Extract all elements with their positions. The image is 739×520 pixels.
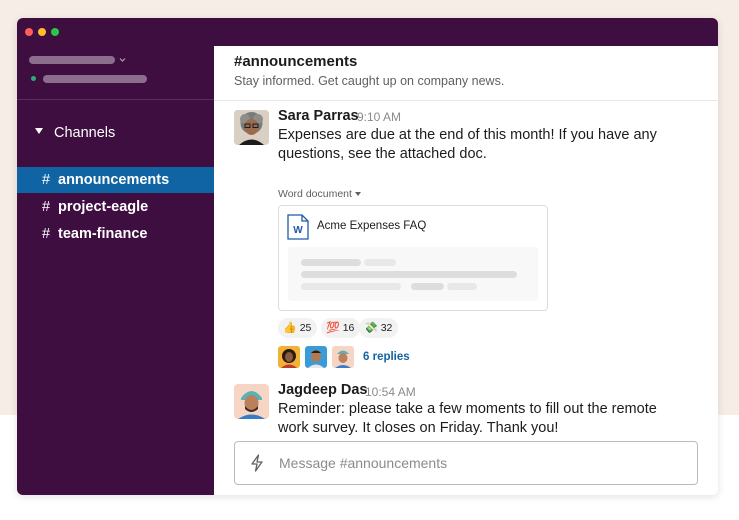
- message-input[interactable]: [279, 442, 679, 484]
- avatar[interactable]: [234, 384, 269, 419]
- lightning-bolt-icon[interactable]: [249, 454, 265, 472]
- thumbs-up-icon: 👍: [283, 322, 297, 334]
- preview-line: [411, 283, 444, 290]
- message-text: Reminder: please take a few moments to f…: [278, 401, 657, 436]
- preview-line: [301, 283, 401, 290]
- channels-section-header[interactable]: Channels: [35, 125, 115, 141]
- sidebar-item-label: project-eagle: [58, 199, 149, 215]
- reaction-count: 16: [342, 322, 355, 334]
- avatar-jagdeep-das-icon: [234, 384, 269, 419]
- channels-header-label: Channels: [54, 125, 116, 141]
- money-with-wings-icon: 💸: [364, 322, 378, 334]
- reply-avatar[interactable]: [278, 346, 300, 368]
- reaction-count: 32: [380, 322, 393, 334]
- sidebar-item-project-eagle[interactable]: # project-eagle: [17, 194, 214, 220]
- sidebar-item-team-finance[interactable]: # team-finance: [17, 221, 214, 247]
- reply-avatar-1-icon: [278, 346, 300, 368]
- attachment-preview: [288, 247, 538, 301]
- channel-header: #announcements Stay informed. Get caught…: [214, 46, 718, 101]
- preview-line: [447, 283, 477, 290]
- message-author[interactable]: Jagdeep Das: [278, 382, 367, 398]
- sidebar-divider: [17, 99, 214, 100]
- reply-avatar[interactable]: [305, 346, 327, 368]
- main-pane: #announcements Stay informed. Get caught…: [214, 46, 718, 495]
- avatar-sara-parras-icon: [234, 110, 269, 145]
- preview-line: [364, 259, 396, 266]
- reaction-hundred-points[interactable]: 💯 16: [321, 318, 361, 338]
- message-composer: [234, 441, 698, 485]
- reaction-money-with-wings[interactable]: 💸 32: [359, 318, 399, 338]
- workspace-switcher[interactable]: [27, 54, 147, 86]
- chevron-down-icon: [119, 58, 126, 62]
- attachment-title[interactable]: Acme Expenses FAQ: [317, 220, 426, 232]
- reply-avatar[interactable]: [332, 346, 354, 368]
- sidebar-item-label: team-finance: [58, 226, 148, 242]
- sidebar-item-label: announcements: [58, 172, 170, 188]
- reply-avatar-2-icon: [305, 346, 327, 368]
- attachment-type-toggle[interactable]: Word document: [278, 188, 361, 200]
- attachment-type-label: Word document: [278, 188, 352, 200]
- message-timestamp[interactable]: 10:54 AM: [365, 385, 416, 399]
- maximize-window-button[interactable]: [51, 28, 59, 36]
- attachment-card[interactable]: W Acme Expenses FAQ: [278, 205, 548, 311]
- close-window-button[interactable]: [25, 28, 33, 36]
- reaction-count: 25: [299, 322, 312, 334]
- caret-down-icon: [35, 128, 43, 135]
- thread-replies-link[interactable]: 6 replies: [363, 351, 410, 363]
- caret-down-icon: [354, 192, 361, 197]
- channel-title[interactable]: #announcements: [234, 53, 357, 70]
- message-timestamp[interactable]: 9:10 AM: [357, 110, 401, 124]
- user-status-placeholder: [43, 75, 147, 83]
- message-author[interactable]: Sara Parras: [278, 108, 359, 124]
- presence-dot: [31, 76, 36, 81]
- word-doc-icon: W: [287, 214, 309, 240]
- message-text: Expenses are due at the end of this mont…: [278, 127, 657, 162]
- word-doc-letter: W: [293, 225, 303, 236]
- workspace-name-placeholder: [29, 56, 115, 64]
- sidebar-item-announcements[interactable]: # announcements: [17, 167, 214, 193]
- preview-line: [301, 259, 361, 266]
- channel-topic: Stay informed. Get caught up on company …: [234, 74, 505, 88]
- hash-icon: #: [42, 226, 51, 242]
- reply-avatar-3-icon: [332, 346, 354, 368]
- minimize-window-button[interactable]: [38, 28, 46, 36]
- app-window: Channels # announcements # project-eagle…: [17, 18, 718, 495]
- preview-line: [411, 271, 517, 278]
- hash-icon: #: [42, 172, 51, 188]
- reaction-thumbs-up[interactable]: 👍 25: [278, 318, 318, 338]
- sidebar: Channels # announcements # project-eagle…: [17, 46, 214, 495]
- title-bar: [17, 18, 718, 46]
- hash-icon: #: [42, 199, 51, 215]
- hundred-points-icon: 💯: [326, 322, 340, 334]
- avatar[interactable]: [234, 110, 269, 145]
